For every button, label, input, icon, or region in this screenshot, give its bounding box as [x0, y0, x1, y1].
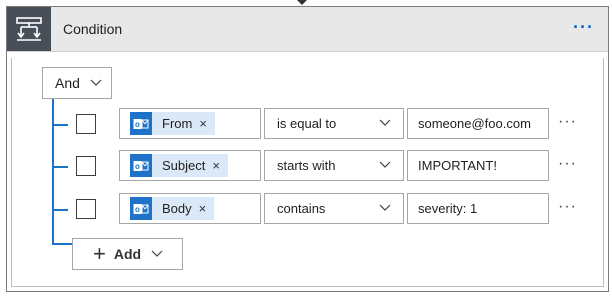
- more-options-icon[interactable]: ···: [573, 7, 594, 51]
- tree-branch-line: [52, 209, 68, 211]
- chevron-down-icon: [379, 161, 391, 168]
- condition-icon: [7, 7, 51, 51]
- field-selector[interactable]: o Subject ×: [119, 150, 261, 181]
- operator-label: contains: [277, 201, 326, 216]
- chevron-down-icon: [379, 119, 391, 126]
- remove-token-icon[interactable]: ×: [199, 116, 207, 131]
- svg-text:o: o: [135, 162, 140, 171]
- operator-label: is equal to: [277, 116, 337, 131]
- chevron-down-icon: [151, 250, 163, 257]
- outlook-icon: o: [130, 112, 152, 135]
- outlook-icon: o: [130, 197, 152, 220]
- row-more-icon[interactable]: ···: [558, 155, 577, 173]
- chevron-down-icon: [379, 204, 391, 211]
- field-token-label: Subject: [162, 158, 206, 173]
- outlook-icon: o: [130, 154, 152, 177]
- operator-select[interactable]: starts with: [264, 150, 404, 181]
- field-token-label: Body: [162, 201, 192, 216]
- tree-branch-line: [52, 124, 68, 126]
- value-input[interactable]: someone@foo.com: [407, 108, 549, 139]
- field-selector[interactable]: o From ×: [119, 108, 261, 139]
- svg-text:o: o: [135, 205, 140, 214]
- add-button-label: Add: [113, 246, 142, 262]
- add-condition-button[interactable]: + Add: [72, 238, 183, 270]
- value-input[interactable]: IMPORTANT!: [407, 150, 549, 181]
- row-checkbox[interactable]: [76, 156, 96, 176]
- operator-select[interactable]: is equal to: [264, 108, 404, 139]
- card-header[interactable]: Condition ···: [7, 7, 608, 51]
- field-token: o From ×: [130, 112, 215, 135]
- logic-operator-select[interactable]: And: [42, 67, 112, 99]
- row-more-icon[interactable]: ···: [558, 113, 577, 131]
- connector-arrow-icon: [297, 0, 307, 5]
- field-token: o Body ×: [130, 197, 215, 220]
- remove-token-icon[interactable]: ×: [199, 201, 207, 216]
- plus-icon: +: [93, 241, 106, 266]
- tree-branch-line: [52, 166, 68, 168]
- tree-connector-line: [52, 99, 54, 244]
- field-token-label: From: [162, 116, 193, 131]
- card-title: Condition: [63, 21, 123, 37]
- tree-branch-line: [52, 243, 72, 245]
- remove-token-icon[interactable]: ×: [212, 158, 220, 173]
- svg-text:o: o: [135, 120, 140, 129]
- chevron-down-icon: [90, 79, 102, 86]
- operator-select[interactable]: contains: [264, 193, 404, 224]
- field-selector[interactable]: o Body ×: [119, 193, 261, 224]
- row-checkbox[interactable]: [76, 199, 96, 219]
- row-checkbox[interactable]: [76, 114, 96, 134]
- logic-operator-label: And: [55, 75, 80, 91]
- row-more-icon[interactable]: ···: [558, 198, 577, 216]
- field-token: o Subject ×: [130, 154, 228, 177]
- value-input[interactable]: severity: 1: [407, 193, 549, 224]
- operator-label: starts with: [277, 158, 336, 173]
